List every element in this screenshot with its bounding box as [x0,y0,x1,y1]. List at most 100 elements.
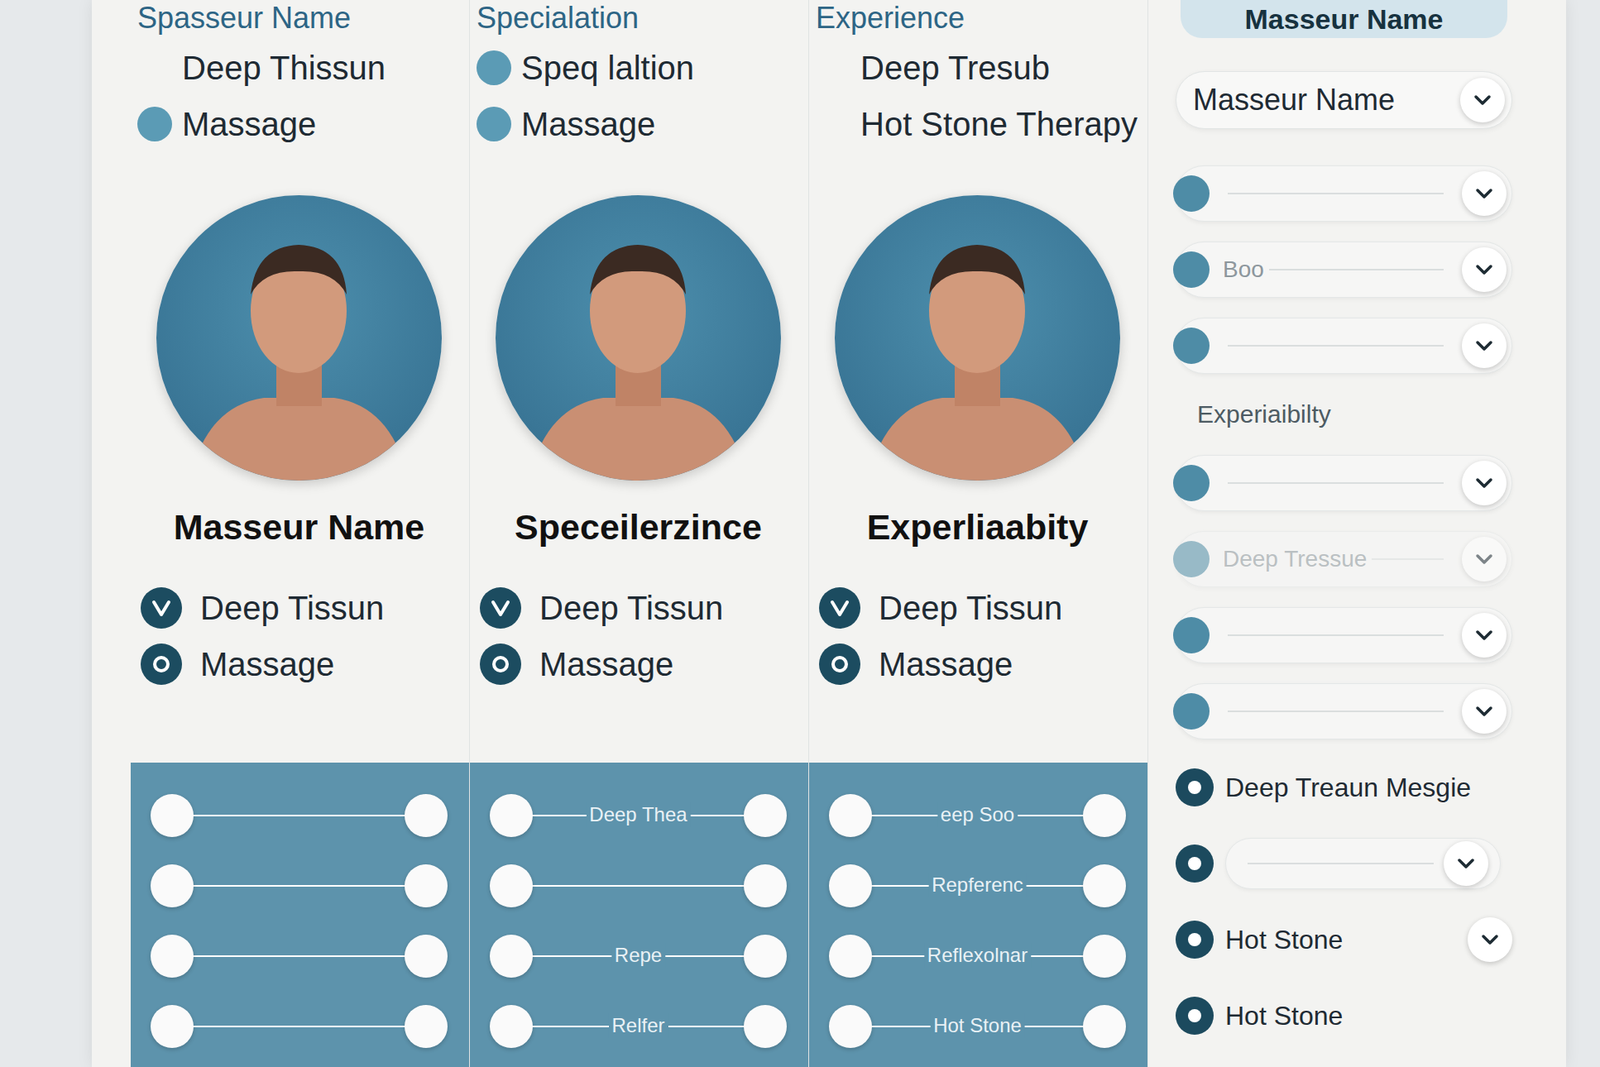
dropdown-button[interactable] [1461,689,1507,734]
service-item: Massage [140,636,461,693]
filter-dot [1173,464,1210,502]
masseur-dropdown[interactable]: Masseur Name [1175,71,1513,130]
slider-knob[interactable] [743,794,787,838]
specialty-list: Speq laltionMassage [476,39,800,153]
masseur-card: SpecialationSpeq laltionMassageSpeceiler… [469,0,809,763]
filter-field: Deep Tressue [1175,531,1513,588]
dropdown-button[interactable] [1461,171,1507,216]
slider-knob[interactable] [489,934,533,978]
dropdown-button[interactable] [1461,247,1507,293]
slider-knob[interactable] [404,934,448,978]
filter-field[interactable] [1175,607,1513,664]
radio-text: Hot Stone [1225,997,1501,1035]
slider-knob[interactable] [150,1005,194,1049]
slider-panel: Deep Thea Repe Relfer [469,762,809,1067]
slider-knob[interactable] [828,1005,872,1049]
slider-knob[interactable] [1082,934,1126,978]
dropdown-button[interactable] [1467,917,1513,963]
masseur-column: SpecialationSpeq laltionMassageSpeceiler… [469,0,810,1067]
radio-icon [1175,768,1214,807]
filter-list: BooExperiaibiltyDeep TressueDeep Treaun … [1175,165,1564,1045]
masseur-photo [156,195,442,481]
slider-knob[interactable] [150,864,194,908]
dropdown-button[interactable] [1461,613,1507,658]
slider-knob[interactable] [404,1005,448,1049]
slider-knob[interactable] [404,864,448,908]
slider-knob[interactable] [404,794,448,838]
filter-field[interactable] [1175,683,1513,740]
radio-option[interactable]: Deep Treaun Mesgie [1175,759,1513,816]
slider-track[interactable]: Reflexolnar [828,934,1126,978]
dropdown-button[interactable] [1460,77,1505,123]
slider-row: Reflexolnar [828,934,1126,978]
masseur-name: Masseur Name [137,503,461,551]
slider-row: Deep Thea [489,794,787,838]
slider-knob[interactable] [828,864,872,908]
filter-field[interactable] [1175,165,1513,222]
slider-track[interactable] [489,864,787,908]
masseur-name: Speceilerzince [476,503,800,551]
slider-knob[interactable] [1082,794,1126,838]
field-track [1237,847,1444,881]
slider-knob[interactable] [1082,864,1126,908]
filter-field[interactable]: Boo [1175,241,1513,298]
dropdown-button[interactable] [1461,536,1507,582]
radio-option[interactable] [1175,835,1513,892]
check-icon [140,587,183,629]
slider-track[interactable]: Hot Stone [828,1005,1126,1049]
slider-knob[interactable] [743,934,787,978]
field-track [1217,694,1454,729]
masseur-name: Experliaabity [815,503,1140,551]
chevron-down-icon [1475,340,1494,352]
slider-track[interactable]: Repe [489,934,787,978]
slider-knob[interactable] [828,794,872,838]
radio-option[interactable]: Hot Stone [1175,911,1513,968]
dropdown-button[interactable] [1461,460,1507,506]
slider-knob[interactable] [489,864,533,908]
specialty-text: Speq laltion [521,39,695,96]
slider-track[interactable] [150,934,448,978]
radio-icon [1175,996,1214,1035]
slider-track[interactable]: eep Soo [828,794,1126,838]
radio-option[interactable]: Hot Stone [1175,987,1513,1045]
slider-track[interactable]: Repferenc [828,864,1126,908]
slider-row [150,864,448,908]
slider-label: Repe [611,943,666,968]
slider-track[interactable]: Deep Thea [489,794,787,838]
radio-text: Deep Treaun Mesgie [1225,769,1501,806]
slider-knob[interactable] [489,1005,533,1049]
slider-track[interactable] [150,794,448,838]
slider-track[interactable] [150,864,448,908]
dropdown-value: Masseur Name [1192,81,1395,119]
service-text: Deep Tissun [200,579,384,637]
filter-field[interactable] [1175,455,1513,512]
bullet-dot [476,106,512,142]
slider-track[interactable]: Relfer [489,1005,787,1049]
portrait-icon [156,195,442,481]
chevron-down-icon [1456,857,1476,870]
slider-knob[interactable] [150,934,194,978]
service-text: Massage [878,636,1013,693]
slider-knob[interactable] [489,794,533,838]
slider-knob[interactable] [743,1005,787,1049]
dropdown-button[interactable] [1461,323,1507,369]
slider-knob[interactable] [150,794,194,838]
field-line [1227,344,1444,347]
slider-fill [172,1025,427,1028]
slider-knob[interactable] [1082,1005,1126,1049]
field-track: Deep Tressue [1217,542,1454,576]
masseur-photo [495,195,781,481]
filter-field[interactable] [1175,317,1513,374]
slider-fill [172,885,427,887]
option-field[interactable] [1225,838,1501,890]
radio-icon [1175,920,1214,959]
slider-fill [511,885,766,887]
chevron-down-icon [1475,553,1494,566]
service-icon [140,643,183,686]
slider-knob[interactable] [743,864,787,908]
slider-track[interactable] [150,1005,448,1049]
slider-knob[interactable] [828,934,872,978]
check-icon [819,587,861,629]
dropdown-button[interactable] [1443,841,1489,887]
masseur-column: Spasseur NameDeep ThissunMassageMasseur … [130,0,470,1067]
